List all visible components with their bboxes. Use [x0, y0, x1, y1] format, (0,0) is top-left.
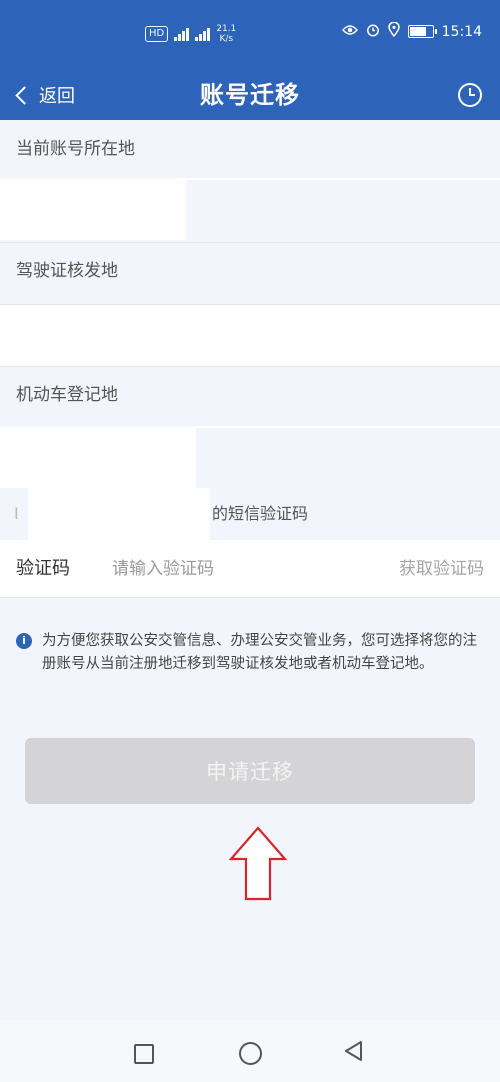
history-clock-icon[interactable] — [458, 83, 482, 107]
divider — [0, 242, 500, 243]
network-speed-unit: K/s — [219, 34, 234, 44]
sms-hint-prefix: I — [14, 504, 19, 523]
nav-bar: 返回 账号迁移 — [0, 70, 500, 120]
current-location-label-row: 当前账号所在地 — [0, 120, 500, 178]
location-icon — [387, 21, 400, 41]
license-issue-label-row: 驾驶证核发地 — [0, 242, 500, 300]
system-navigation-bar — [0, 1020, 500, 1082]
back-triangle-icon[interactable] — [343, 1040, 363, 1066]
signal-icon — [174, 27, 190, 41]
divider — [0, 597, 500, 598]
verification-code-label: 验证码 — [16, 558, 70, 579]
apply-migration-button[interactable]: 申请迁移 — [25, 738, 475, 804]
info-text: 为方便您获取公安交管信息、办理公安交管业务，您可选择将您的注册账号从当前注册地迁… — [42, 633, 477, 672]
eye-icon — [341, 24, 358, 40]
network-speed-value: 21.1 — [216, 24, 237, 34]
page-title: 账号迁移 — [200, 81, 300, 109]
divider — [0, 366, 500, 367]
alarm-icon — [366, 23, 380, 41]
home-circle-icon[interactable] — [239, 1042, 262, 1065]
vehicle-registration-redaction-area — [196, 428, 500, 488]
battery-icon — [407, 25, 437, 38]
license-issue-value[interactable] — [0, 304, 500, 366]
hd-badge: HD — [145, 26, 169, 42]
sms-hint-text: 的短信验证码 — [212, 504, 309, 523]
status-right-group: 15:14 — [341, 21, 482, 41]
network-speed: 21.1 K/s — [216, 24, 236, 44]
phone-number-redaction — [28, 488, 210, 540]
get-code-button[interactable]: 获取验证码 — [399, 540, 484, 598]
info-icon: i — [16, 633, 32, 649]
vehicle-registration-label: 机动车登记地 — [16, 385, 118, 405]
vehicle-registration-label-row: 机动车登记地 — [0, 366, 500, 424]
verification-code-input[interactable] — [112, 554, 332, 584]
divider — [0, 304, 500, 305]
status-left-group: HD 21.1 K/s — [145, 24, 236, 44]
current-location-label: 当前账号所在地 — [16, 139, 135, 159]
status-time: 15:14 — [441, 23, 482, 40]
sms-hint-row: I 的短信验证码 — [0, 488, 500, 540]
verification-code-row: 验证码 获取验证码 — [0, 540, 500, 598]
annotation-arrow-up-icon — [228, 826, 288, 902]
license-issue-label: 驾驶证核发地 — [16, 261, 118, 281]
status-bar: HD 21.1 K/s 15:14 — [0, 0, 500, 70]
info-block: i 为方便您获取公安交管信息、办理公安交管业务，您可选择将您的注册账号从当前注册… — [16, 630, 486, 676]
current-location-redaction-area — [186, 180, 500, 240]
recent-apps-square-icon[interactable] — [134, 1044, 154, 1064]
signal-icon-2 — [195, 27, 211, 41]
